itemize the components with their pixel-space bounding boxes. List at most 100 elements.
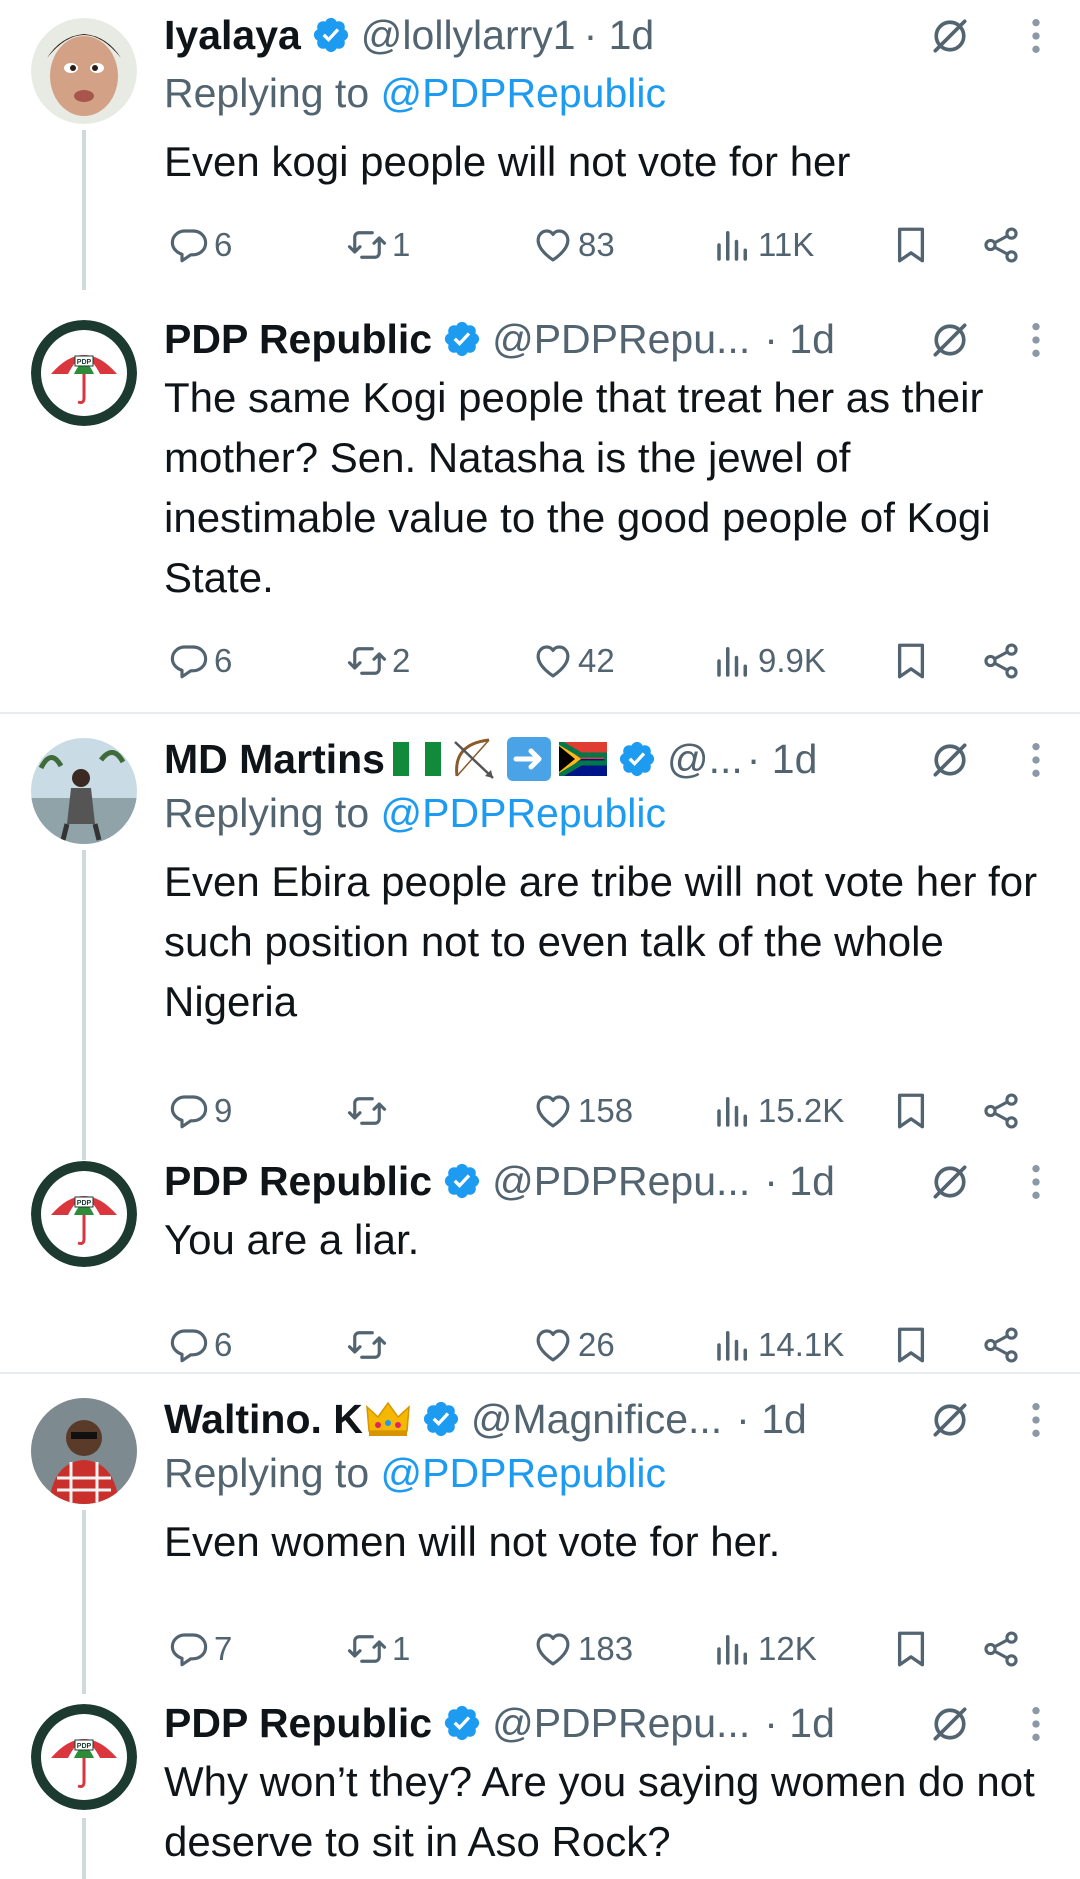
tweet[interactable]: PDP Republic @PDPRepu... · 1d You are a … [0,1158,1080,1370]
tweet[interactable]: Iyalaya @lollylarry1 · 1d Replying to @P… [0,0,1080,290]
share-button[interactable] [980,220,1022,270]
nigeria-flag-icon [392,742,441,776]
timestamp[interactable]: · 1d [764,1700,835,1747]
reply-count: 6 [214,1326,233,1363]
like-button[interactable]: 83 [532,220,615,270]
views-button[interactable]: 12K [712,1624,817,1674]
reply-button[interactable]: 6 [168,220,232,270]
bookmark-button[interactable] [890,1086,932,1136]
like-button[interactable]: 26 [532,1320,615,1370]
repost-button[interactable]: 1 [346,220,410,270]
grok-icon[interactable] [928,1702,972,1746]
display-name[interactable]: Iyalaya [164,12,301,59]
views-button[interactable]: 9.9K [712,636,826,686]
tweet[interactable]: PDP Republic @PDPRepu... · 1d The same K… [0,290,1080,710]
reply-count: 6 [214,226,233,263]
repost-button[interactable]: 1 [346,1624,410,1674]
share-button[interactable] [980,1086,1022,1136]
avatar[interactable] [31,18,137,124]
action-bar: 6 26 14.1K [164,1320,1034,1370]
avatar[interactable] [31,1398,137,1504]
action-bar: 9 158 15.2K [164,1086,1034,1136]
tweet[interactable]: PDP Republic @PDPRepu... · 1d Why won’t … [0,1694,1080,1879]
display-name[interactable]: PDP Republic [164,316,432,363]
avatar[interactable] [31,738,137,844]
share-button[interactable] [980,636,1022,686]
display-name[interactable]: MD Martins [164,736,385,783]
views-count: 14.1K [758,1326,845,1363]
tweet[interactable]: MD Martins @... · 1d Replying to @PDPRep… [0,714,1080,1160]
repost-button[interactable] [346,1320,392,1370]
reply-icon [168,640,210,682]
avatar[interactable] [31,1704,137,1810]
bookmark-button[interactable] [890,636,932,686]
display-name[interactable]: PDP Republic [164,1700,432,1747]
like-count: 83 [578,226,615,263]
tweet-text: You are a liar. [164,1216,420,1263]
share-icon [980,1628,1022,1670]
grok-icon[interactable] [928,1160,972,1204]
mention-link[interactable]: @PDPRepublic [381,70,666,116]
timestamp[interactable]: · 1d [764,1158,835,1205]
bookmark-button[interactable] [890,1320,932,1370]
like-button[interactable]: 158 [532,1086,633,1136]
handle[interactable]: @PDPRepu... [492,316,750,363]
tweet-header: Waltino. K @Magnifice... · 1d [164,1394,1060,1444]
bookmark-button[interactable] [890,1624,932,1674]
share-button[interactable] [980,1624,1022,1674]
reply-button[interactable]: 6 [168,1320,232,1370]
share-icon [980,224,1022,266]
more-icon[interactable] [1030,16,1042,56]
timestamp[interactable]: · 1d [584,12,655,59]
more-icon[interactable] [1030,1704,1042,1744]
tweet[interactable]: Waltino. K @Magnifice... · 1d Replying t… [0,1374,1080,1694]
action-bar: 6 2 42 9.9K [164,636,1034,686]
more-icon[interactable] [1030,1162,1042,1202]
bookmark-button[interactable] [890,220,932,270]
views-button[interactable]: 15.2K [712,1086,844,1136]
grok-icon[interactable] [928,14,972,58]
handle[interactable]: @lollylarry1 [361,12,576,59]
mention-link[interactable]: @PDPRepublic [381,1450,666,1496]
handle[interactable]: @Magnifice... [471,1396,722,1443]
reply-count: 9 [214,1092,233,1129]
more-icon[interactable] [1030,1400,1042,1440]
repost-count: 1 [392,1630,411,1667]
grok-icon[interactable] [928,318,972,362]
handle[interactable]: @PDPRepu... [492,1700,750,1747]
handle[interactable]: @PDPRepu... [492,1158,750,1205]
timestamp[interactable]: · 1d [747,736,818,783]
views-button[interactable]: 14.1K [712,1320,844,1370]
right-arrow-icon [506,737,551,781]
tweet-header: PDP Republic @PDPRepu... · 1d [164,1698,1060,1748]
avatar[interactable] [31,320,137,426]
repost-button[interactable]: 2 [346,636,410,686]
handle[interactable]: @... [667,736,743,783]
views-icon [712,1324,754,1366]
grok-icon[interactable] [928,1398,972,1442]
action-bar: 6 1 83 11K [164,220,1034,270]
timestamp[interactable]: · 1d [736,1396,807,1443]
like-button[interactable]: 183 [532,1624,633,1674]
mention-link[interactable]: @PDPRepublic [381,790,666,836]
reply-button[interactable]: 6 [168,636,232,686]
reply-button[interactable]: 9 [168,1086,232,1136]
verified-badge-icon [442,1703,482,1743]
share-button[interactable] [980,1320,1022,1370]
thread-line [82,1510,86,1694]
more-icon[interactable] [1030,740,1042,780]
like-count: 158 [578,1092,634,1129]
repost-button[interactable] [346,1086,392,1136]
like-button[interactable]: 42 [532,636,615,686]
timestamp[interactable]: · 1d [764,316,835,363]
display-name[interactable]: PDP Republic [164,1158,432,1205]
thread-line [82,130,86,290]
tweet-header: MD Martins @... · 1d [164,734,1060,784]
more-icon[interactable] [1030,320,1042,360]
grok-icon[interactable] [928,738,972,782]
reply-button[interactable]: 7 [168,1624,232,1674]
bookmark-icon [890,1324,932,1366]
display-name[interactable]: Waltino. K [164,1396,363,1443]
views-button[interactable]: 11K [712,220,814,270]
avatar[interactable] [31,1161,137,1267]
